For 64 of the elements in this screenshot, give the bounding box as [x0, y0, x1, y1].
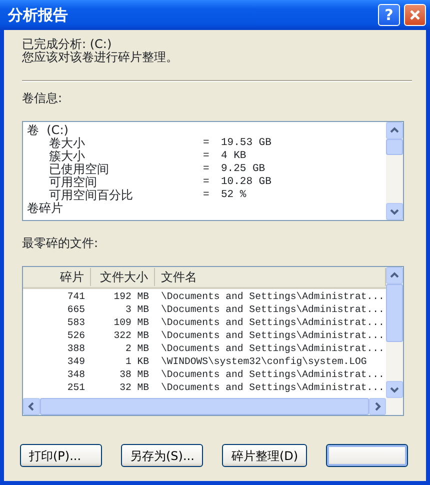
table-cell-text: 109 MB — [112, 316, 150, 329]
table-cell-text: 665 — [66, 303, 86, 316]
scrollbar-thumb[interactable] — [386, 284, 403, 342]
table-cell-text: \Documents and Settings\Administrat... — [160, 303, 384, 316]
table-cell-text: 349 — [66, 355, 86, 368]
scroll-up-button[interactable] — [386, 122, 403, 139]
close-icon — [409, 9, 421, 21]
property-value: 9.25 GB — [221, 163, 266, 176]
volume-heading: 卷碎片 — [27, 202, 63, 215]
scrollbar-thumb[interactable] — [386, 139, 403, 155]
section-label: 卷信息: — [22, 92, 64, 105]
table-cell-text: 251 — [66, 381, 86, 394]
table-cell-text: 192 MB — [112, 290, 150, 303]
table-cell-text: 3 MB — [124, 303, 150, 316]
property-name: 簇大小 — [48, 150, 86, 163]
dialog-button[interactable]: 另存为(S)... — [121, 444, 204, 467]
property-name: 可用空间百分比 — [48, 189, 134, 202]
summary-text: 您应该对该卷进行碎片整理。 — [22, 51, 179, 64]
table-cell-text: 388 — [66, 342, 86, 355]
column-header[interactable]: 碎片 — [23, 268, 91, 286]
window-title: 分析报告 — [8, 4, 69, 26]
table-cell-text: 526 — [66, 329, 86, 342]
help-button[interactable]: ? — [378, 4, 400, 26]
table-cell-text: 322 MB — [112, 329, 150, 342]
column-header[interactable]: 文件大小 — [91, 268, 155, 286]
section-label: 最零碎的文件: — [22, 237, 100, 250]
scroll-left-button[interactable] — [23, 398, 40, 415]
property-name: 卷大小 — [48, 137, 86, 150]
table-cell-text: 741 — [66, 290, 86, 303]
summary-text: 已完成分析: (C:) — [22, 38, 113, 51]
equals-sign: = — [203, 150, 210, 163]
property-name: 可用空间 — [48, 176, 98, 189]
property-value: 19.53 GB — [221, 137, 272, 150]
scroll-up-button[interactable] — [386, 267, 403, 284]
table-cell-text: 32 MB — [118, 381, 150, 394]
equals-sign: = — [203, 137, 210, 150]
table-cell-text: 583 — [66, 316, 86, 329]
scroll-down-button[interactable] — [386, 381, 403, 398]
equals-sign: = — [203, 176, 210, 189]
property-value: 10.28 GB — [221, 176, 272, 189]
equals-sign: = — [203, 189, 210, 202]
table-cell-text: \Documents and Settings\Administrat... — [160, 329, 384, 342]
scroll-down-button[interactable] — [386, 203, 403, 220]
table-cell-text: \Documents and Settings\Administrat... — [160, 290, 384, 303]
table-cell-text: 38 MB — [118, 368, 150, 381]
property-value: 52 % — [221, 189, 246, 202]
scrollbar-thumb[interactable] — [40, 398, 369, 415]
volume-heading: 卷 (C:) — [27, 124, 68, 137]
property-name: 已使用空间 — [48, 163, 110, 176]
table-cell-text: \WINDOWS\system32\config\system.LOG — [160, 355, 367, 368]
table-cell-text: \Documents and Settings\Administrat... — [160, 381, 384, 394]
property-value: 4 KB — [221, 150, 246, 163]
table-cell-text: \Documents and Settings\Administrat... — [160, 368, 384, 381]
table-cell-text: 2 MB — [124, 342, 150, 355]
table-cell-text: 1 KB — [124, 355, 150, 368]
scroll-right-button[interactable] — [369, 398, 386, 415]
table-cell-text: \Documents and Settings\Administrat... — [160, 342, 384, 355]
dialog-button[interactable]: 碎片整理(D) — [222, 444, 308, 467]
equals-sign: = — [203, 163, 210, 176]
table-cell-text: 348 — [66, 368, 86, 381]
dialog-button[interactable]: 打印(P)... — [20, 444, 102, 467]
table-cell-text: \Documents and Settings\Administrat... — [160, 316, 384, 329]
close-button[interactable] — [404, 4, 426, 26]
dialog-button[interactable] — [326, 444, 408, 467]
